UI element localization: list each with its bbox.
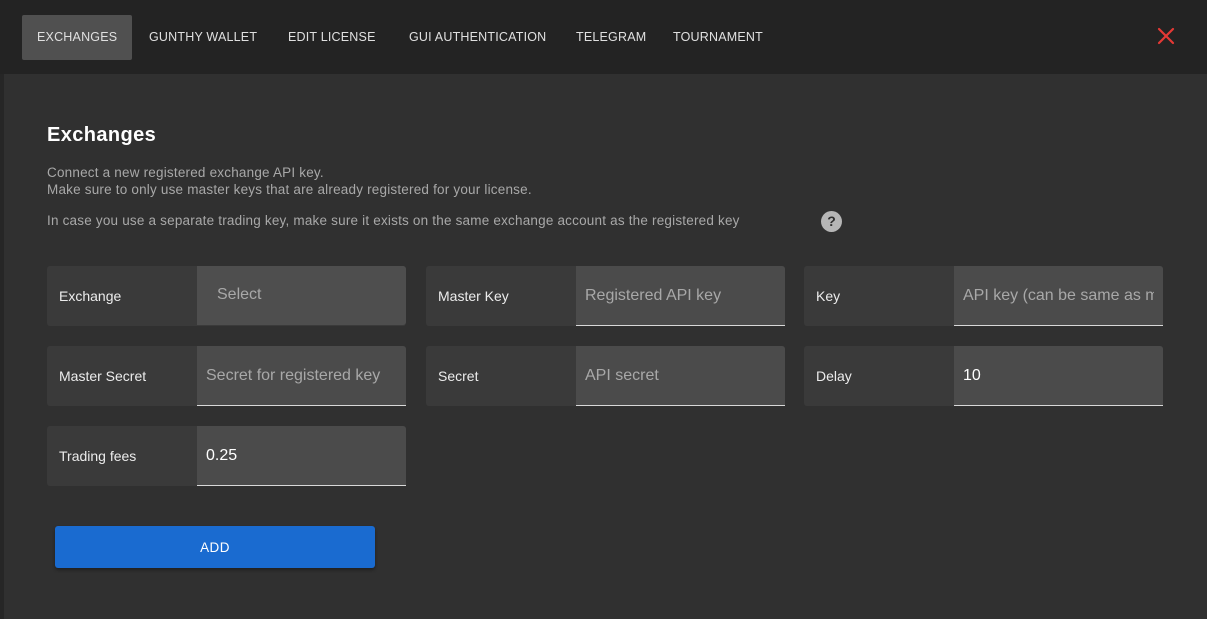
exchange-field: Exchange Select (47, 266, 406, 326)
trading-fees-input-wrap (197, 426, 406, 486)
master-key-input-wrap (576, 266, 785, 326)
master-key-input[interactable] (576, 266, 776, 325)
tab-telegram[interactable]: TELEGRAM (576, 15, 646, 60)
description-line-3: In case you use a separate trading key, … (47, 213, 740, 228)
description-line-1: Connect a new registered exchange API ke… (47, 165, 324, 180)
master-key-label: Master Key (438, 288, 509, 304)
tab-bar: EXCHANGES GUNTHY WALLET EDIT LICENSE GUI… (0, 0, 1207, 74)
tab-gui-authentication[interactable]: GUI AUTHENTICATION (409, 15, 546, 60)
exchange-select[interactable]: Select (197, 266, 406, 325)
tab-gunthy-wallet[interactable]: GUNTHY WALLET (149, 15, 257, 60)
exchange-label: Exchange (59, 288, 122, 304)
description-line-2: Make sure to only use master keys that a… (47, 182, 532, 197)
settings-app: EXCHANGES GUNTHY WALLET EDIT LICENSE GUI… (0, 0, 1207, 619)
key-label: Key (816, 288, 841, 304)
tab-edit-license[interactable]: EDIT LICENSE (288, 15, 376, 60)
left-edge (0, 74, 4, 619)
master-secret-input[interactable] (197, 346, 397, 405)
key-field: Key (804, 266, 1163, 326)
delay-label: Delay (816, 368, 852, 384)
secret-input[interactable] (576, 346, 776, 405)
add-button[interactable]: ADD (55, 526, 375, 568)
secret-label: Secret (438, 368, 479, 384)
tab-exchanges[interactable]: EXCHANGES (22, 15, 133, 60)
trading-fees-input[interactable] (197, 426, 397, 485)
question-mark-icon[interactable]: ? (821, 211, 842, 232)
delay-input[interactable] (954, 346, 1154, 405)
tab-tournament[interactable]: TOURNAMENT (673, 15, 763, 60)
close-icon[interactable] (1156, 26, 1176, 46)
page-title: Exchanges (47, 124, 157, 146)
trading-fees-label: Trading fees (59, 448, 137, 464)
master-secret-input-wrap (197, 346, 406, 406)
trading-fees-field: Trading fees (47, 426, 406, 486)
exchange-select-value[interactable]: Select (217, 266, 261, 324)
key-input[interactable] (954, 266, 1154, 325)
master-secret-label: Master Secret (59, 368, 147, 384)
master-key-field: Master Key (426, 266, 785, 326)
secret-input-wrap (576, 346, 785, 406)
master-secret-field: Master Secret (47, 346, 406, 406)
delay-input-wrap (954, 346, 1163, 406)
key-input-wrap (954, 266, 1163, 326)
delay-field: Delay (804, 346, 1163, 406)
secret-field: Secret (426, 346, 785, 406)
